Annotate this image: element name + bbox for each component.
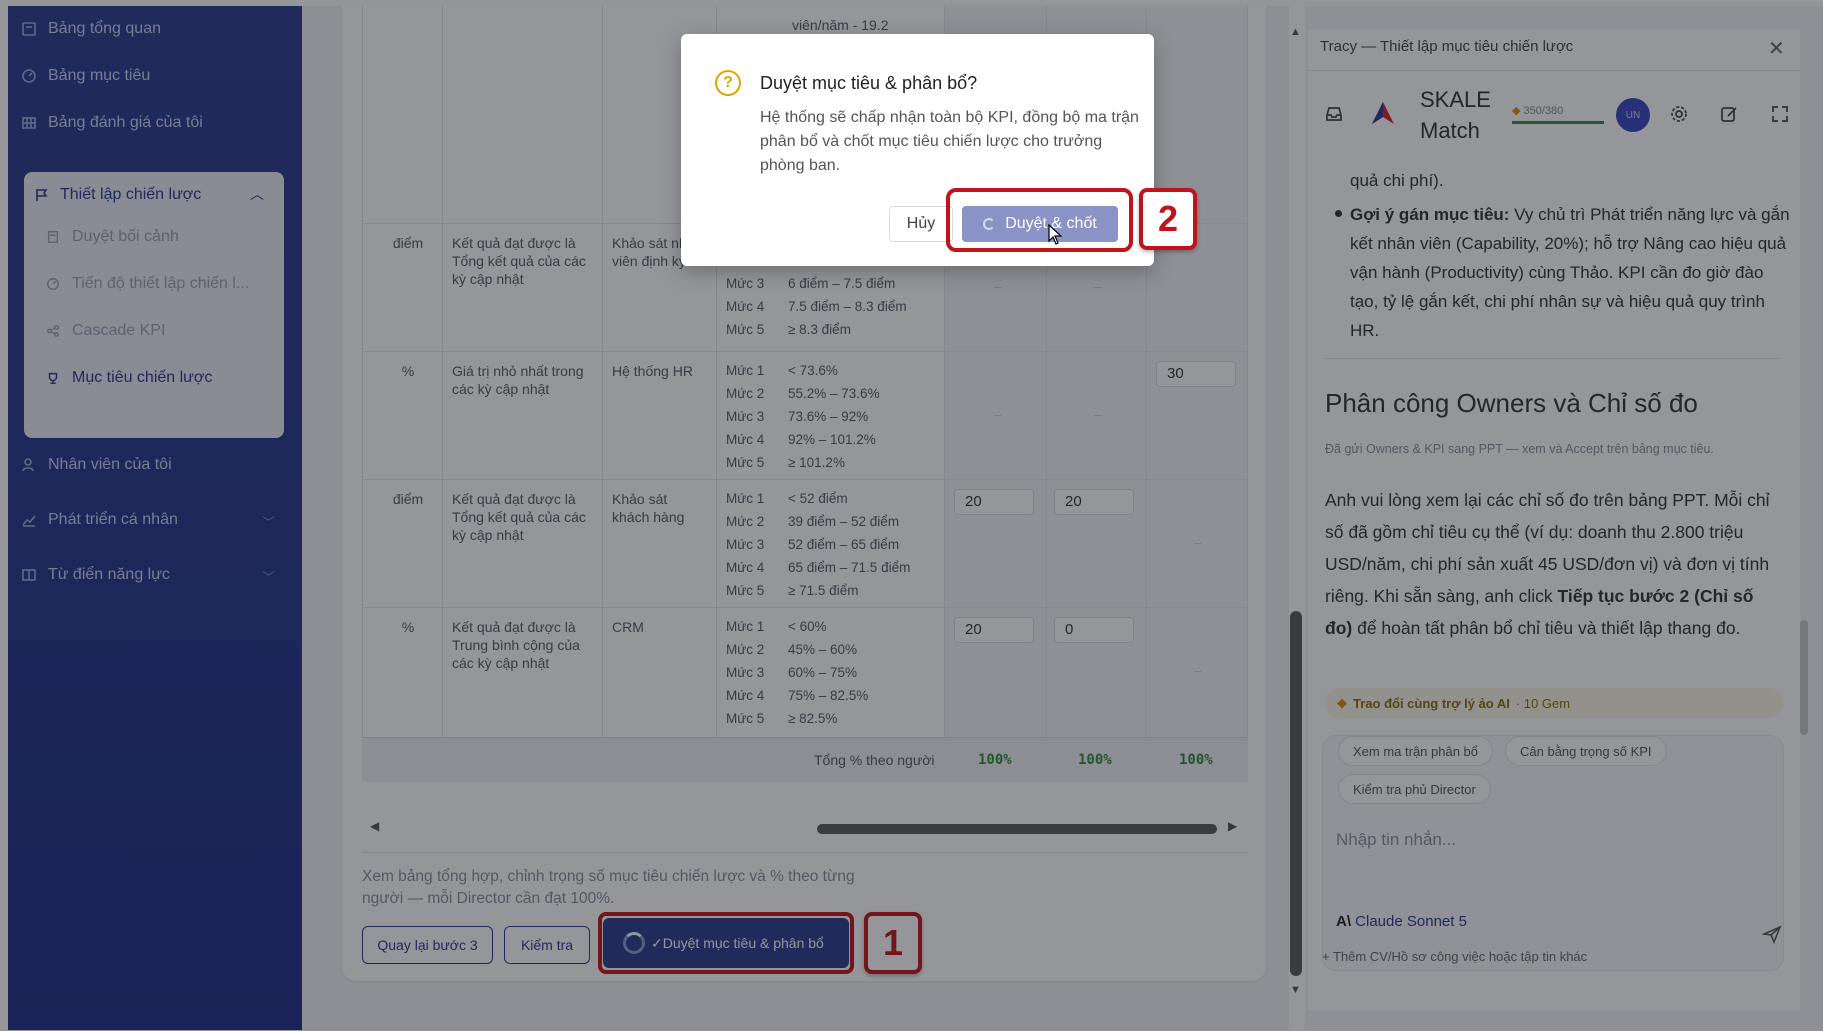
loading-spinner-icon bbox=[983, 218, 996, 230]
dialog-title: Duyệt mục tiêu & phân bổ? bbox=[760, 73, 978, 93]
mouse-cursor-icon bbox=[1048, 223, 1064, 251]
cancel-button[interactable]: Hủy bbox=[889, 206, 953, 242]
question-icon: ? bbox=[715, 70, 741, 96]
dialog-body: Hệ thống sẽ chấp nhận toàn bộ KPI, đồng … bbox=[760, 109, 1139, 174]
step-badge-2: 2 bbox=[1139, 188, 1197, 250]
confirm-approve-button[interactable]: Duyệt & chốt bbox=[962, 206, 1118, 242]
